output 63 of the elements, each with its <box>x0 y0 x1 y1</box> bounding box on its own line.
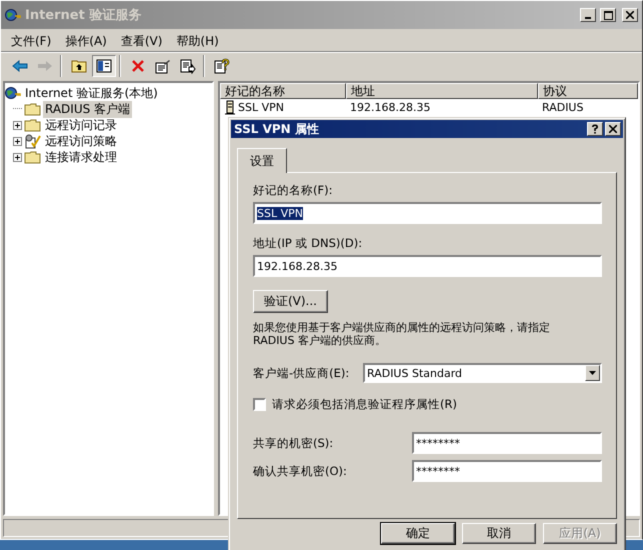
minimize-button[interactable] <box>580 8 596 22</box>
tree-item[interactable]: 连接请求处理 <box>43 148 119 166</box>
tree-pane-icon <box>96 59 112 73</box>
password-field[interactable]: ******** <box>412 432 602 454</box>
policy-checklist-icon <box>24 134 41 148</box>
field-label: 好记的名称(F): <box>253 183 334 198</box>
dialog-button[interactable]: 确定 <box>381 523 455 544</box>
forward-arrow-icon <box>37 60 53 72</box>
list-cell-text: RADIUS <box>541 101 584 114</box>
folder-up-icon <box>71 59 87 73</box>
vendor-dropdown[interactable]: RADIUS Standard <box>363 363 602 383</box>
tree-item[interactable]: RADIUS 客户端 <box>43 100 132 118</box>
checkbox[interactable] <box>253 398 266 411</box>
globe-key-icon <box>5 7 21 23</box>
question-mark-icon <box>591 124 599 134</box>
tree-item[interactable]: 远程访问记录 <box>43 116 119 134</box>
properties-icon <box>155 58 171 74</box>
maximize-button[interactable] <box>600 8 616 22</box>
folder-icon <box>24 118 41 132</box>
expand-toggle[interactable] <box>13 152 22 162</box>
help-button[interactable] <box>587 122 603 136</box>
toolbar-button[interactable] <box>92 55 116 77</box>
input-field[interactable]: 192.168.28.35 <box>253 255 602 277</box>
back-arrow-icon <box>12 60 28 72</box>
column-header[interactable]: 协议 <box>538 83 638 99</box>
menu-item[interactable]: 查看(V) <box>114 32 168 50</box>
field-label: 客户端-供应商(E): <box>253 366 350 380</box>
dialog-title: SSL VPN 属性 <box>234 120 320 138</box>
expand-toggle[interactable] <box>13 120 22 130</box>
close-icon <box>626 11 634 19</box>
folder-icon <box>24 102 41 116</box>
maximize-icon <box>604 10 612 20</box>
field-label: 共享的机密(S): <box>253 436 334 450</box>
column-header[interactable]: 地址 <box>346 83 538 99</box>
dropdown-caret-icon <box>589 371 596 375</box>
password-field[interactable]: ******** <box>412 460 602 482</box>
list-cell[interactable]: SSL VPN <box>220 100 346 115</box>
checkbox-label[interactable]: 请求必须包括消息验证程序属性(R) <box>272 397 457 412</box>
field-label: 地址(IP 或 DNS)(D): <box>253 236 364 251</box>
globe-key-icon <box>5 85 21 101</box>
window-title: Internet 验证服务 <box>25 7 142 24</box>
field-label: 确认共享机密(O): <box>253 464 348 478</box>
delete-icon <box>131 59 145 73</box>
export-list-icon <box>180 58 196 74</box>
expand-toggle[interactable] <box>13 136 22 146</box>
tab[interactable]: 设置 <box>237 148 287 173</box>
menu-item[interactable]: 操作(A) <box>59 32 113 50</box>
menu-item[interactable]: 帮助(H) <box>170 32 225 50</box>
close-button[interactable] <box>605 122 621 136</box>
help-text: 如果您使用基于客户端供应商的属性的远程访问策略，请指定 RADIUS 客户端的供应商。 <box>253 321 551 347</box>
dialog-button[interactable]: 取消 <box>462 523 536 544</box>
verify-button[interactable]: 验证(V)... <box>253 290 328 313</box>
close-button[interactable] <box>622 8 638 22</box>
column-header[interactable]: 好记的名称 <box>220 83 346 99</box>
tree-item[interactable]: Internet 验证服务(本地) <box>23 84 160 102</box>
list-cell-text: 192.168.28.35 <box>349 101 432 114</box>
input-field[interactable]: SSL VPN <box>253 202 602 224</box>
close-icon <box>609 125 617 133</box>
help-icon <box>214 58 230 74</box>
client-device-icon <box>224 100 236 115</box>
tree-item[interactable]: 远程访问策略 <box>43 132 119 150</box>
folder-icon <box>24 150 41 164</box>
menu-item[interactable]: 文件(F) <box>5 32 58 50</box>
